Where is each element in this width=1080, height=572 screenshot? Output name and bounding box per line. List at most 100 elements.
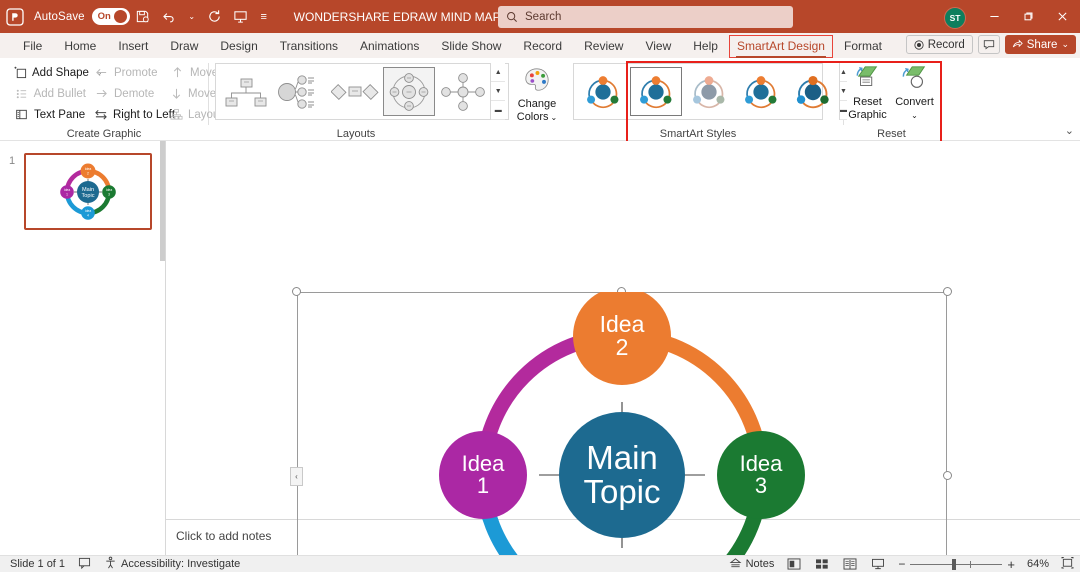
zoom-slider-thumb[interactable] — [952, 558, 957, 570]
tab-record[interactable]: Record — [512, 33, 573, 58]
start-presentation-icon[interactable] — [228, 0, 254, 33]
layout-option-3[interactable] — [329, 67, 381, 116]
accessibility-icon — [104, 556, 117, 572]
share-button[interactable]: Share ⌄ — [1004, 35, 1076, 54]
layout-option-4[interactable] — [382, 67, 436, 116]
tab-label: File — [23, 38, 43, 53]
node-main-topic-label[interactable]: Main Topic — [559, 412, 685, 538]
promote-button[interactable]: Promote — [90, 63, 166, 82]
search-box[interactable]: Search — [498, 6, 793, 28]
layouts-more-icon[interactable]: ▬ — [491, 101, 506, 120]
record-button[interactable]: Record — [905, 35, 973, 54]
move-down-arrow-icon — [170, 86, 183, 101]
node-idea-2-label[interactable]: Idea 2 — [573, 287, 671, 385]
reading-view-button[interactable] — [842, 557, 858, 571]
tab-label: View — [645, 38, 672, 53]
notes-button[interactable]: Notes — [729, 557, 774, 572]
tab-label: Transitions — [279, 38, 338, 53]
zoom-slider-midpoint — [970, 560, 972, 568]
smartart-style-option-3[interactable] — [684, 67, 734, 116]
fit-to-window-icon[interactable] — [1061, 556, 1074, 572]
undo-dropdown-caret-icon[interactable]: ⌄ — [182, 0, 202, 33]
convert-caret-icon[interactable]: ⌄ — [911, 109, 918, 122]
slide-sorter-view-button[interactable] — [814, 557, 830, 571]
avatar[interactable]: ST — [944, 7, 966, 29]
layouts-gallery-scrollbar[interactable]: ▲ ▼ ▬ — [490, 63, 506, 120]
text-pane-collapse-button[interactable]: ‹ — [290, 467, 303, 486]
add-shape-button[interactable]: Add Shape ⌄ — [10, 63, 103, 82]
customize-quick-access-icon[interactable]: ≡ — [254, 0, 274, 33]
tab-smartart-design[interactable]: SmartArt Design — [728, 34, 833, 58]
smartart-style-option-5[interactable] — [788, 67, 838, 116]
status-bar: Slide 1 of 1 Accessibility: Investigate … — [0, 555, 1080, 572]
smartart-diagram[interactable]: Main Topic Idea 2 Idea 1 Idea 3 Idea 4 — [297, 287, 947, 572]
tab-transitions[interactable]: Transitions — [269, 33, 349, 58]
tab-label: Design — [220, 38, 258, 53]
notes-indicator-icon[interactable] — [78, 557, 91, 572]
change-colors-button[interactable]: Change Colors ⌄ — [509, 66, 565, 124]
smartart-style-option-4[interactable] — [736, 67, 786, 116]
demote-button[interactable]: Demote — [90, 84, 166, 103]
tab-home[interactable]: Home — [53, 33, 107, 58]
tab-draw[interactable]: Draw — [159, 33, 209, 58]
smartart-style-option-2[interactable] — [630, 67, 682, 116]
idea1-line2: 1 — [476, 473, 490, 498]
add-bullet-button[interactable]: Add Bullet — [10, 84, 90, 103]
thumbnail-pane-scrollbar[interactable] — [160, 141, 165, 261]
record-label: Record — [927, 38, 965, 51]
status-bar-right: Notes − + 64% — [729, 556, 1074, 572]
smartart-style-option-1[interactable] — [578, 67, 628, 116]
powerpoint-window: AutoSave On ⌄ ≡ WONDERSHARE EDRAW MIND M… — [0, 0, 1080, 572]
change-colors-caret-icon[interactable]: ⌄ — [551, 111, 558, 124]
tab-format[interactable]: Format — [833, 33, 893, 58]
right-to-left-button[interactable]: Right to Left — [90, 105, 175, 124]
comments-button[interactable] — [977, 35, 1000, 54]
layout-option-5[interactable] — [437, 67, 489, 116]
node-idea-3-label[interactable]: Idea 3 — [717, 431, 805, 519]
accessibility-status[interactable]: Accessibility: Investigate — [104, 556, 240, 572]
tab-file[interactable]: File — [12, 33, 53, 58]
layouts-scroll-up-icon[interactable]: ▲ — [491, 63, 506, 82]
tab-label: Review — [584, 38, 624, 53]
autosave-state: On — [97, 11, 111, 22]
layout-option-1[interactable] — [220, 67, 272, 116]
close-button[interactable] — [1044, 0, 1080, 33]
tab-label: Help — [693, 38, 718, 53]
zoom-out-button[interactable]: − — [898, 557, 905, 571]
slide-show-button[interactable] — [870, 557, 886, 571]
tab-help[interactable]: Help — [682, 33, 729, 58]
save-icon[interactable] — [130, 0, 156, 33]
node-idea-1-label[interactable]: Idea 1 — [439, 431, 527, 519]
toggle-knob — [114, 10, 128, 23]
slide-thumbnail-1[interactable]: Main Topic Idea 2 Idea 1 Idea 3 Idea 4 — [24, 153, 152, 230]
slide-count-label[interactable]: Slide 1 of 1 — [10, 558, 65, 570]
autosave-toggle[interactable]: On — [91, 8, 130, 25]
smartart-styles-gallery[interactable]: ▲ ▼ ▬ — [573, 63, 847, 120]
reset-graphic-line2: Graphic — [848, 109, 887, 121]
text-pane-button[interactable]: Text Pane — [10, 105, 90, 124]
zoom-slider[interactable]: − + — [898, 557, 1015, 572]
restore-button[interactable] — [1010, 0, 1046, 33]
normal-view-button[interactable] — [786, 557, 802, 571]
minimize-button[interactable] — [976, 0, 1012, 33]
main-topic-line1: Main — [586, 439, 658, 477]
tab-slide-show[interactable]: Slide Show — [430, 33, 512, 58]
ribbon-collapse-button[interactable]: ⌄ — [1065, 124, 1074, 137]
zoom-in-button[interactable]: + — [1007, 557, 1015, 572]
idea2-line1: Idea — [599, 310, 645, 337]
zoom-level-label[interactable]: 64% — [1027, 558, 1049, 570]
tab-review[interactable]: Review — [573, 33, 634, 58]
text-pane-icon — [14, 107, 29, 122]
tab-insert[interactable]: Insert — [107, 33, 159, 58]
layouts-gallery[interactable]: ▲ ▼ ▬ — [215, 63, 509, 120]
svg-text:3: 3 — [108, 192, 110, 196]
layout-option-2[interactable] — [274, 67, 326, 116]
add-shape-icon — [14, 65, 27, 80]
redo-icon[interactable] — [202, 0, 228, 33]
tab-design[interactable]: Design — [209, 33, 268, 58]
tab-view[interactable]: View — [634, 33, 682, 58]
layouts-scroll-down-icon[interactable]: ▼ — [491, 82, 506, 101]
tab-animations[interactable]: Animations — [349, 33, 430, 58]
undo-icon[interactable] — [156, 0, 182, 33]
zoom-slider-track[interactable] — [910, 558, 1003, 570]
